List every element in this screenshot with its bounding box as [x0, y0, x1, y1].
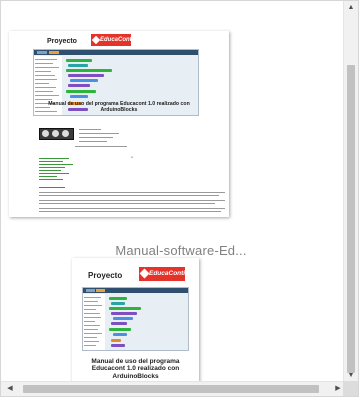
section-link	[39, 187, 65, 188]
horizontal-scrollbar[interactable]: ◀ ▶	[1, 381, 345, 396]
scroll-up-icon[interactable]: ▲	[344, 1, 358, 15]
document-thumbnail-2[interactable]: Proyecto EducaConti Manual de uso del pr…	[72, 258, 199, 388]
vertical-scroll-thumb[interactable]	[347, 65, 355, 373]
educaconti-logo: EducaConti	[139, 267, 185, 281]
thumbnail-app-screenshot	[82, 287, 189, 351]
creative-commons-badge	[39, 128, 74, 140]
scrollbar-corner	[343, 381, 358, 396]
scroll-left-icon[interactable]: ◀	[3, 382, 17, 396]
horizontal-scroll-thumb[interactable]	[23, 385, 319, 393]
thumbnail-document-title: Manual de uso del programa Educacont 1.0…	[48, 101, 190, 113]
file-name-label[interactable]: Manual-software-Ed...	[1, 243, 358, 258]
educaconti-logo: EducaConti	[91, 34, 134, 46]
thumbnail-header-text: Proyecto	[88, 271, 123, 280]
vertical-scrollbar[interactable]: ▲ ▼	[343, 1, 358, 383]
page-marker: ▪▪	[131, 155, 134, 159]
thumbnail-header-text: Proyecto	[47, 38, 77, 45]
thumbnail-document-title: Manual de uso del programa Educacont 1.0…	[91, 358, 180, 380]
logo-text: EducaConti	[100, 37, 134, 43]
logo-text: EducaConti	[149, 270, 186, 277]
document-thumbnail-1[interactable]: Proyecto EducaConti Manual de uso del pr…	[9, 31, 229, 217]
file-preview-panel: Proyecto EducaConti Manual de uso del pr…	[0, 0, 359, 397]
